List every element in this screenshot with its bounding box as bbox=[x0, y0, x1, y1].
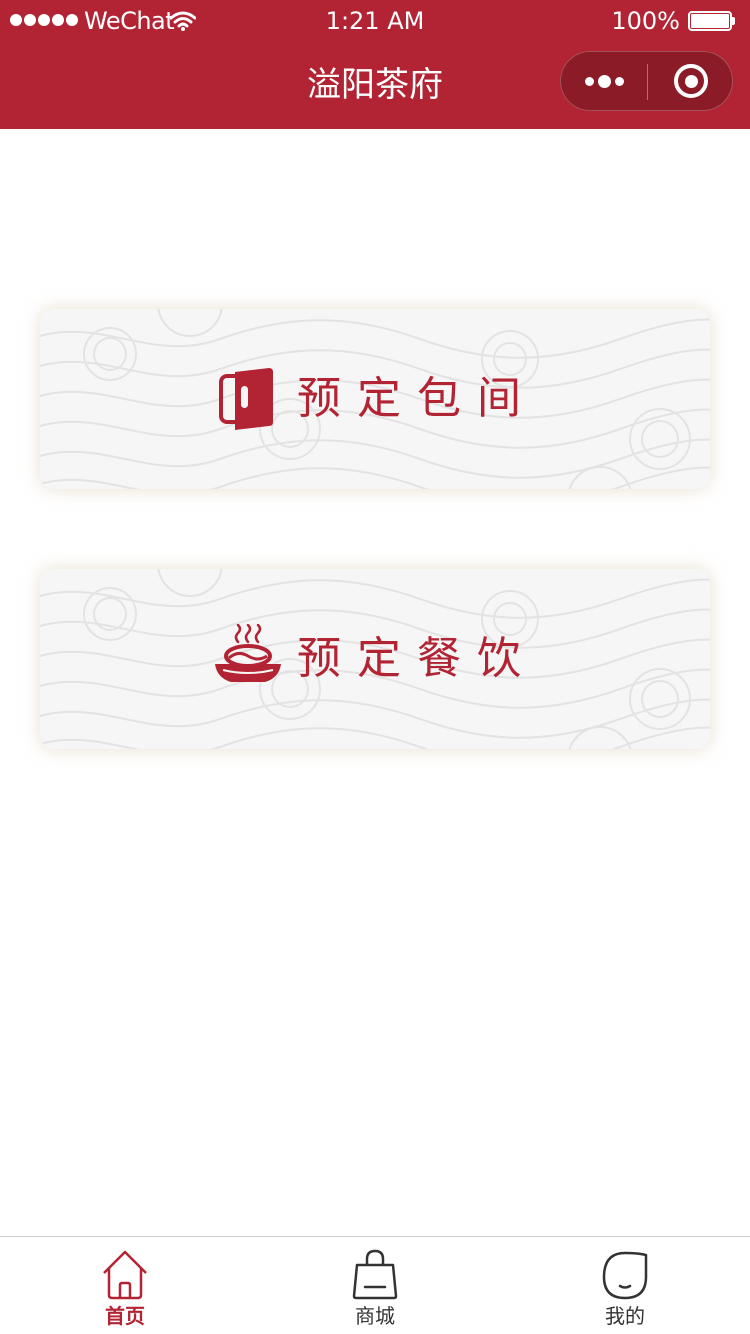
top-bar: WeChat 1:21 AM 100% 溢阳茶府 bbox=[0, 0, 750, 129]
more-dots-icon[interactable] bbox=[561, 52, 647, 110]
face-profile-icon bbox=[602, 1251, 648, 1300]
reserve-dining-button[interactable]: 预定餐饮 bbox=[40, 569, 710, 749]
tab-home-label: 首页 bbox=[105, 1304, 145, 1328]
mini-program-screen: WeChat 1:21 AM 100% 溢阳茶府 预定包间 预定餐饮 首页 商城… bbox=[0, 0, 750, 1334]
steaming-bowl-icon bbox=[215, 624, 281, 682]
tab-bar: 首页 商城 我的 bbox=[0, 1236, 750, 1334]
status-bar: WeChat 1:21 AM 100% bbox=[0, 0, 750, 42]
card-content: 预定包间 bbox=[40, 309, 710, 489]
tab-shop[interactable]: 商城 bbox=[250, 1237, 500, 1334]
tab-profile[interactable]: 我的 bbox=[500, 1237, 750, 1334]
tab-profile-label: 我的 bbox=[605, 1304, 645, 1328]
close-target-icon[interactable] bbox=[648, 52, 734, 110]
reserve-room-button[interactable]: 预定包间 bbox=[40, 309, 710, 489]
tab-home[interactable]: 首页 bbox=[0, 1237, 250, 1334]
home-icon bbox=[103, 1250, 147, 1300]
reserve-dining-label: 预定餐饮 bbox=[297, 633, 537, 684]
mini-program-capsule bbox=[560, 51, 733, 111]
reserve-room-label: 预定包间 bbox=[297, 373, 537, 424]
battery-percentage: 100% bbox=[611, 7, 680, 35]
shopping-bag-icon bbox=[352, 1249, 398, 1300]
tab-shop-label: 商城 bbox=[355, 1304, 395, 1328]
card-content: 预定餐饮 bbox=[40, 569, 710, 749]
battery-icon bbox=[688, 11, 735, 31]
door-icon bbox=[219, 368, 273, 430]
